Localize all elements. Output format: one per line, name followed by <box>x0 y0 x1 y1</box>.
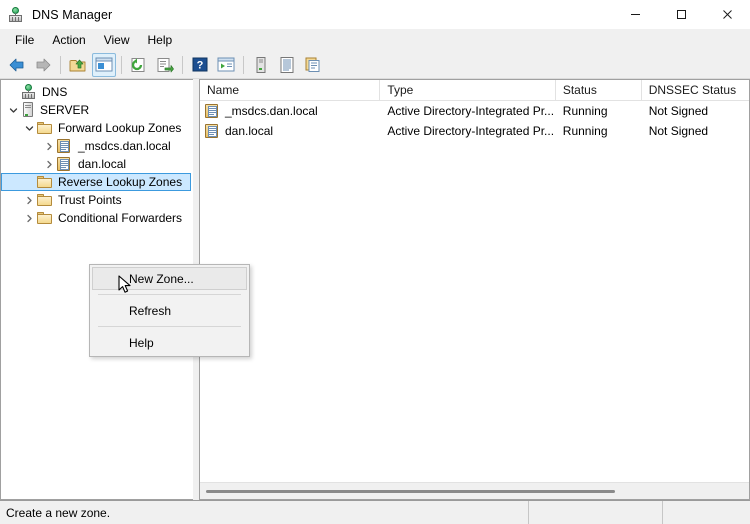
cell-type: Active Directory-Integrated Pr... <box>387 104 555 118</box>
tree-node-label: DNS <box>42 85 68 99</box>
refresh-icon[interactable] <box>127 53 151 77</box>
tree-node-label: Trust Points <box>58 193 122 207</box>
folder-icon <box>37 210 53 226</box>
export-list-icon[interactable] <box>153 53 177 77</box>
cell-name: _msdcs.dan.local <box>200 101 380 121</box>
minimize-button[interactable] <box>612 0 658 29</box>
tree-node-forward-lookup-zones[interactable]: Forward Lookup Zones <box>1 119 193 137</box>
status-cell-2 <box>529 500 663 524</box>
status-cell-3 <box>663 501 750 524</box>
zone-icon <box>205 103 221 119</box>
tree-node-server[interactable]: SERVER <box>1 101 193 119</box>
column-header-type[interactable]: Type <box>380 80 556 100</box>
table-row[interactable]: dan.local Active Directory-Integrated Pr… <box>200 121 749 141</box>
folder-icon <box>37 120 53 136</box>
up-folder-icon[interactable] <box>66 53 90 77</box>
tree-node-label: Forward Lookup Zones <box>58 121 182 135</box>
chevron-right-icon[interactable] <box>41 137 57 155</box>
cell-status: Running <box>562 104 608 118</box>
toolbar-separator <box>121 55 122 74</box>
status-bar: Create a new zone. <box>0 500 750 524</box>
folder-icon <box>37 192 53 208</box>
cell-dnssec-status: Not Signed <box>648 124 709 138</box>
column-header-dnssec-status[interactable]: DNSSEC Status <box>642 80 749 100</box>
toolbar: ? <box>0 51 750 79</box>
tree-node-conditional-forwarders[interactable]: Conditional Forwarders <box>1 209 193 227</box>
tree-node-dns[interactable]: DNS <box>1 83 193 101</box>
context-menu-separator <box>98 294 241 295</box>
zone-icon <box>205 123 221 139</box>
cell-name: dan.local <box>200 121 380 141</box>
horizontal-scrollbar[interactable] <box>200 482 749 499</box>
context-menu: New Zone... Refresh Help <box>89 264 250 357</box>
console-tree: DNS SERVER Forward Lookup Zones _msdcs.d… <box>1 80 193 227</box>
status-message: Create a new zone. <box>0 500 529 524</box>
server-icon <box>21 102 35 118</box>
context-menu-item-refresh[interactable]: Refresh <box>92 299 247 322</box>
tree-node-msdcs-dan-local[interactable]: _msdcs.dan.local <box>1 137 193 155</box>
tree-node-label: Conditional Forwarders <box>58 211 183 225</box>
toolbar-separator <box>182 55 183 74</box>
dns-icon <box>21 84 37 100</box>
chevron-right-icon[interactable] <box>21 191 37 209</box>
scrollbar-track[interactable] <box>202 482 747 499</box>
tree-node-trust-points[interactable]: Trust Points <box>1 191 193 209</box>
maximize-button[interactable] <box>658 0 704 29</box>
chevron-down-icon[interactable] <box>5 101 21 119</box>
list-rows: _msdcs.dan.local Active Directory-Integr… <box>200 101 749 482</box>
main-content: DNS SERVER Forward Lookup Zones _msdcs.d… <box>0 79 750 500</box>
tree-node-reverse-lookup-zones[interactable]: Reverse Lookup Zones <box>1 173 193 191</box>
svg-text:?: ? <box>197 60 204 72</box>
chevron-right-icon[interactable] <box>21 209 37 227</box>
window-controls <box>612 0 750 29</box>
cell-name-text: _msdcs.dan.local <box>225 104 318 118</box>
column-header-status[interactable]: Status <box>556 80 642 100</box>
server-icon[interactable] <box>249 53 273 77</box>
column-header-name[interactable]: Name <box>200 80 381 100</box>
tree-node-label: SERVER <box>40 103 90 117</box>
menu-action[interactable]: Action <box>43 30 94 50</box>
close-button[interactable] <box>704 0 750 29</box>
menu-view[interactable]: View <box>95 30 139 50</box>
cell-dnssec-status: Not Signed <box>648 104 709 118</box>
folder-icon <box>37 174 53 190</box>
tree-node-label: Reverse Lookup Zones <box>58 175 183 189</box>
tree-node-label: dan.local <box>78 157 127 171</box>
toolbar-separator <box>60 55 61 74</box>
cell-status: Running <box>562 124 608 138</box>
title-bar: DNS Manager <box>0 0 750 29</box>
context-menu-separator <box>98 326 241 327</box>
cell-type: Active Directory-Integrated Pr... <box>387 124 555 138</box>
dns-manager-window: DNS Manager File Action View Help ? DNS … <box>0 0 750 524</box>
tree-node-dan-local[interactable]: dan.local <box>1 155 193 173</box>
scrollbar-thumb[interactable] <box>206 489 615 493</box>
show-hide-tree-icon[interactable] <box>92 52 116 77</box>
help-icon[interactable]: ? <box>188 53 212 77</box>
tree-node-label: _msdcs.dan.local <box>78 139 171 153</box>
back-icon[interactable] <box>5 53 29 77</box>
list-header: Name Type Status DNSSEC Status <box>200 80 749 101</box>
dns-icon <box>8 6 24 23</box>
window-title: DNS Manager <box>32 7 113 22</box>
context-menu-item-help[interactable]: Help <box>92 331 247 354</box>
context-menu-item-new-zone[interactable]: New Zone... <box>92 267 247 290</box>
results-pane: Name Type Status DNSSEC Status _msdcs.da… <box>199 79 750 500</box>
menu-file[interactable]: File <box>6 30 43 50</box>
chevron-right-icon[interactable] <box>41 155 57 173</box>
no-chevron <box>5 83 21 101</box>
zone-icon <box>57 138 73 154</box>
properties-icon[interactable] <box>214 53 238 77</box>
list-icon[interactable] <box>275 53 299 77</box>
table-row[interactable]: _msdcs.dan.local Active Directory-Integr… <box>200 101 749 121</box>
menu-help[interactable]: Help <box>139 30 182 50</box>
chevron-down-icon[interactable] <box>21 119 37 137</box>
toolbar-separator <box>243 55 244 74</box>
forward-icon[interactable] <box>31 53 55 77</box>
menu-bar: File Action View Help <box>0 29 750 51</box>
copy-icon[interactable] <box>301 53 325 77</box>
zone-icon <box>57 156 73 172</box>
cell-name-text: dan.local <box>225 124 274 138</box>
